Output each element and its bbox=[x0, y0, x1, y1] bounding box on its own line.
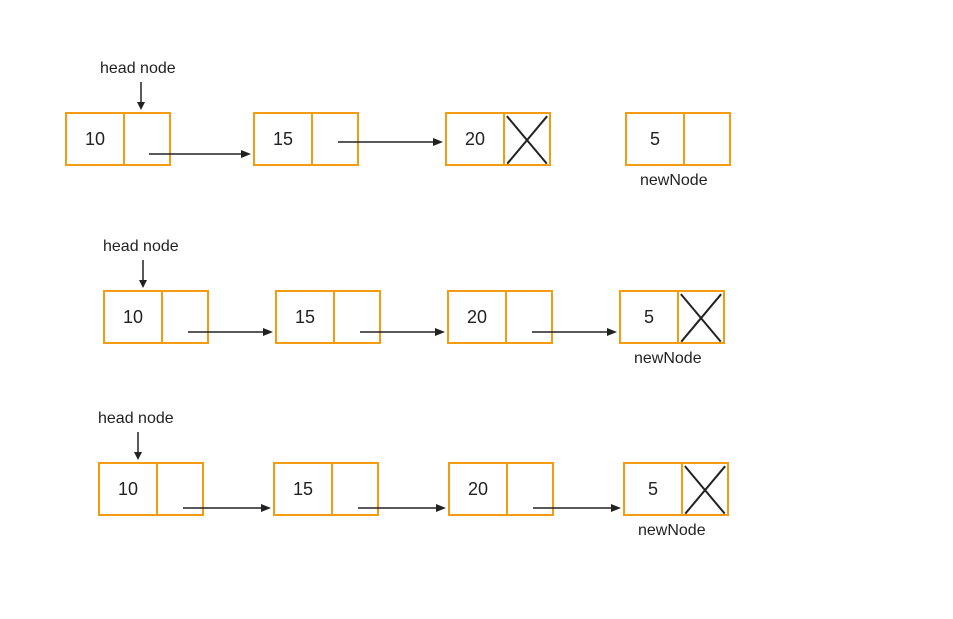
node-value: 5 bbox=[621, 292, 679, 342]
head-node-label: head node bbox=[103, 238, 179, 256]
node-value: 10 bbox=[105, 292, 163, 342]
arrow-down-icon bbox=[135, 82, 147, 110]
node-value: 10 bbox=[67, 114, 125, 164]
head-node-label: head node bbox=[98, 410, 174, 428]
head-node-label: head node bbox=[100, 60, 176, 78]
node-value: 15 bbox=[277, 292, 335, 342]
arrow-right-icon bbox=[533, 502, 621, 514]
arrow-right-icon bbox=[360, 326, 445, 338]
node-value: 20 bbox=[447, 114, 505, 164]
node-value: 20 bbox=[449, 292, 507, 342]
node-pointer bbox=[685, 114, 729, 164]
arrow-right-icon bbox=[149, 148, 251, 160]
arrow-right-icon bbox=[188, 326, 273, 338]
node-value: 15 bbox=[255, 114, 313, 164]
new-node-label: newNode bbox=[634, 350, 702, 368]
arrow-right-icon bbox=[532, 326, 617, 338]
node-value: 15 bbox=[275, 464, 333, 514]
arrow-right-icon bbox=[338, 136, 443, 148]
node-pointer-null bbox=[683, 464, 727, 514]
arrow-right-icon bbox=[183, 502, 271, 514]
linked-list-node: 5 bbox=[623, 462, 729, 516]
linked-list-node: 5 bbox=[619, 290, 725, 344]
null-cross-icon bbox=[683, 464, 727, 514]
arrow-right-icon bbox=[358, 502, 446, 514]
null-cross-icon bbox=[679, 292, 723, 342]
linked-list-node: 20 bbox=[445, 112, 551, 166]
node-value: 5 bbox=[627, 114, 685, 164]
node-value: 5 bbox=[625, 464, 683, 514]
null-cross-icon bbox=[505, 114, 549, 164]
new-node-label: newNode bbox=[638, 522, 706, 540]
new-node-label: newNode bbox=[640, 172, 708, 190]
node-pointer-null bbox=[505, 114, 549, 164]
arrow-down-icon bbox=[137, 260, 149, 288]
node-value: 10 bbox=[100, 464, 158, 514]
node-value: 20 bbox=[450, 464, 508, 514]
linked-list-new-node: 5 bbox=[625, 112, 731, 166]
node-pointer-null bbox=[679, 292, 723, 342]
arrow-down-icon bbox=[132, 432, 144, 460]
